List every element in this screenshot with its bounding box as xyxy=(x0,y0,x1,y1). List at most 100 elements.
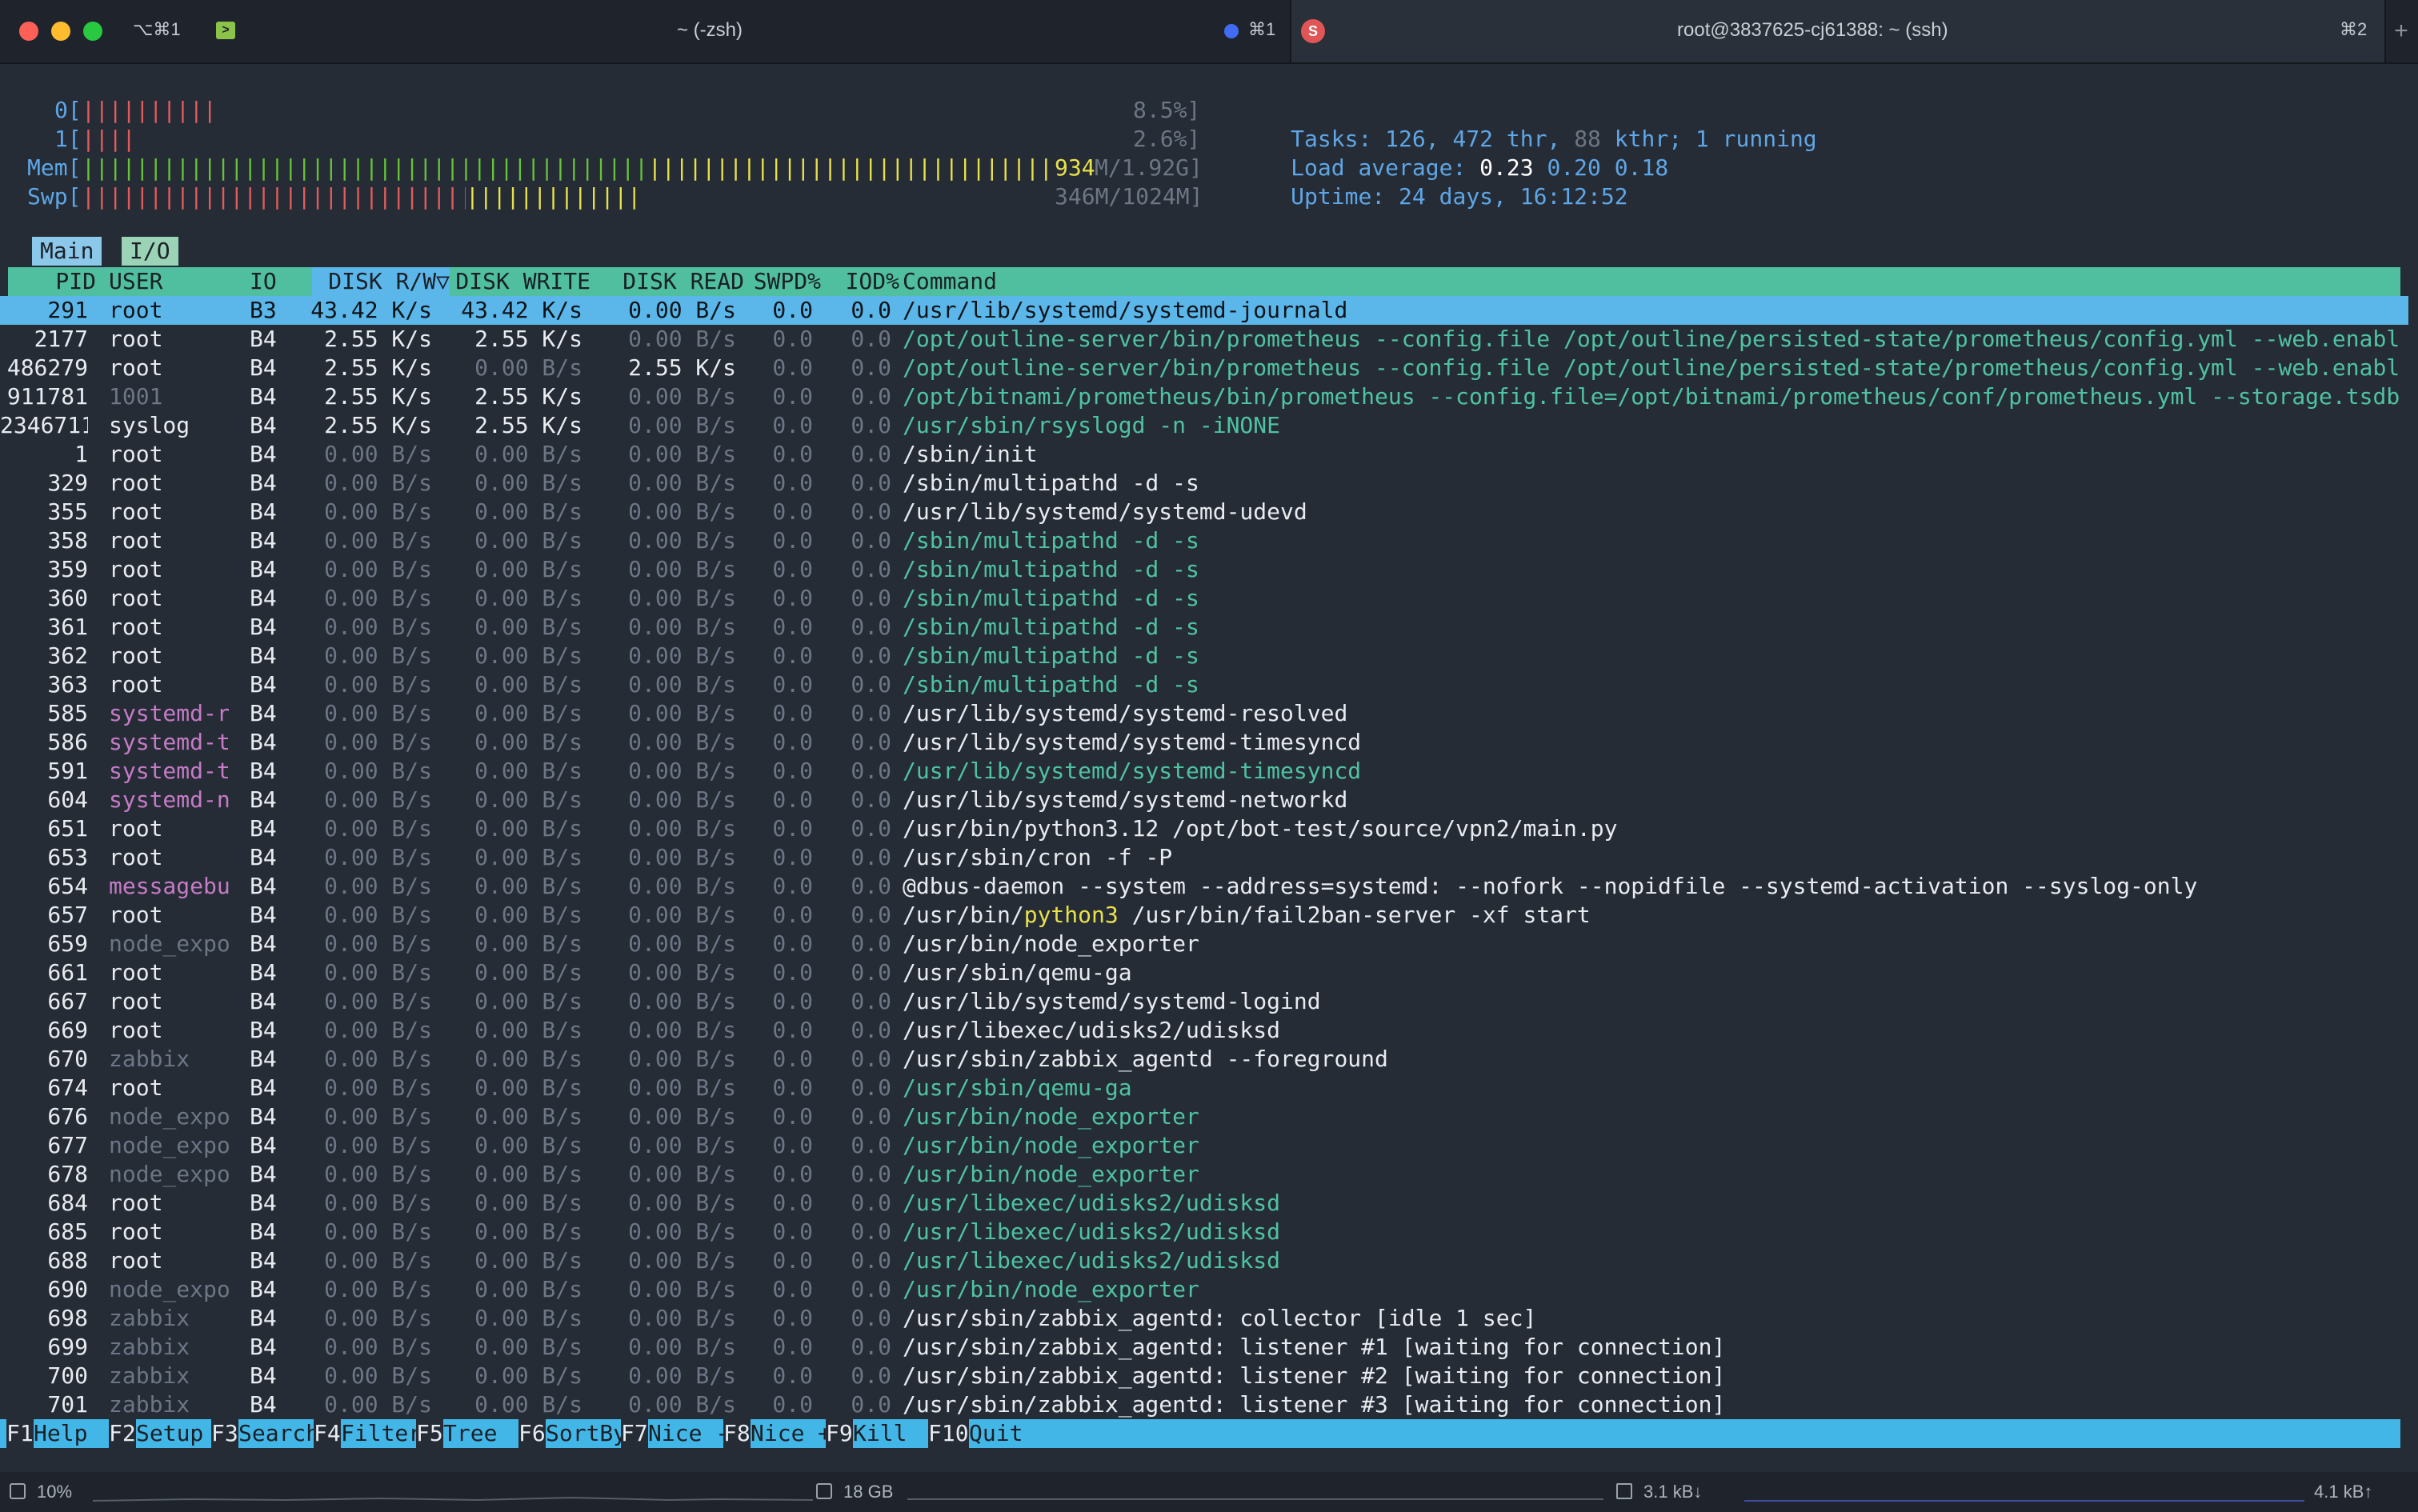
fkey-f4[interactable]: F4 xyxy=(314,1419,341,1448)
table-row[interactable]: 670 zabbix B4 0.00 B/s 0.00 B/s 0.00 B/s 0.0 0.… xyxy=(0,1045,2408,1074)
fkey-f2[interactable]: F2 xyxy=(109,1419,136,1448)
col-header-iod[interactable]: IOD% xyxy=(837,267,899,296)
fkey-label-f10[interactable]: Quit xyxy=(969,1419,1050,1448)
fkey-label-f3[interactable]: Search xyxy=(238,1419,319,1448)
disk-read-cell: 0.00 B/s xyxy=(628,959,736,986)
io-priority-cell: B4 xyxy=(250,729,277,755)
pid-cell: 698 xyxy=(47,1305,88,1331)
command-cell: /sbin/multipathd -d -s xyxy=(903,470,1199,496)
close-window-button[interactable] xyxy=(19,22,38,41)
new-tab-button[interactable]: + xyxy=(2384,0,2418,62)
table-row[interactable]: 678 node_expor B4 0.00 B/s 0.00 B/s 0.00 B/s 0… xyxy=(0,1160,2408,1189)
table-row[interactable]: 674 root B4 0.00 B/s 0.00 B/s 0.00 B/s 0.0 0.0 /… xyxy=(0,1074,2408,1102)
table-row[interactable]: 291 root B3 43.42 K/s 43.42 K/s 0.00 B/s 0.0 0.… xyxy=(0,296,2408,325)
col-header-io[interactable]: IO xyxy=(250,267,298,296)
table-row[interactable]: 654 messagebus B4 0.00 B/s 0.00 B/s 0.00 B/s 0… xyxy=(0,872,2408,901)
fkey-f8[interactable]: F8 xyxy=(723,1419,751,1448)
table-row[interactable]: 363 root B4 0.00 B/s 0.00 B/s 0.00 B/s 0.0 0.0 /… xyxy=(0,670,2408,699)
table-row[interactable]: 362 root B4 0.00 B/s 0.00 B/s 0.00 B/s 0.0 0.0 /… xyxy=(0,642,2408,670)
fkey-label-f1[interactable]: Help xyxy=(34,1419,114,1448)
col-header-pid[interactable]: PID xyxy=(8,267,96,296)
table-row[interactable]: 701 zabbix B4 0.00 B/s 0.00 B/s 0.00 B/s 0.0 0.… xyxy=(0,1390,2408,1419)
table-row[interactable]: 699 zabbix B4 0.00 B/s 0.00 B/s 0.00 B/s 0.0 0.… xyxy=(0,1333,2408,1362)
fkey-label-f6[interactable]: SortBy xyxy=(546,1419,627,1448)
table-row[interactable]: 361 root B4 0.00 B/s 0.00 B/s 0.00 B/s 0.0 0.0 /… xyxy=(0,613,2408,642)
fkey-label-f9[interactable]: Kill xyxy=(853,1419,934,1448)
table-row[interactable]: 669 root B4 0.00 B/s 0.00 B/s 0.00 B/s 0.0 0.0 /… xyxy=(0,1016,2408,1045)
table-row[interactable]: 911781 1001 B4 2.55 K/s 2.55 K/s 0.00 B/s 0.0 0… xyxy=(0,382,2408,411)
fkey-f6[interactable]: F6 xyxy=(518,1419,546,1448)
table-row[interactable]: 329 root B4 0.00 B/s 0.00 B/s 0.00 B/s 0.0 0.0 /… xyxy=(0,469,2408,498)
table-row[interactable]: 355 root B4 0.00 B/s 0.00 B/s 0.00 B/s 0.0 0.0 /… xyxy=(0,498,2408,526)
table-row[interactable]: 651 root B4 0.00 B/s 0.00 B/s 0.00 B/s 0.0 0.0 /… xyxy=(0,814,2408,843)
pid-cell: 670 xyxy=(47,1046,88,1072)
disk-rw-cell: 0.00 B/s xyxy=(324,1276,432,1302)
table-row[interactable]: 690 node_expor B4 0.00 B/s 0.00 B/s 0.00 B/s 0… xyxy=(0,1275,2408,1304)
table-row[interactable]: 2346711 syslog B4 2.55 K/s 2.55 K/s 0.00 B/s 0… xyxy=(0,411,2408,440)
table-row[interactable]: 359 root B4 0.00 B/s 0.00 B/s 0.00 B/s 0.0 0.0 /… xyxy=(0,555,2408,584)
table-row[interactable]: 2177 root B4 2.55 K/s 2.55 K/s 0.00 B/s 0.0 0.0… xyxy=(0,325,2408,354)
col-header-user[interactable]: USER xyxy=(109,267,229,296)
fkey-f1[interactable]: F1 xyxy=(6,1419,34,1448)
iod-cell: 0.0 xyxy=(851,383,891,410)
fkey-label-f7[interactable]: Nice - xyxy=(648,1419,729,1448)
table-row[interactable]: 653 root B4 0.00 B/s 0.00 B/s 0.00 B/s 0.0 0.0 /… xyxy=(0,843,2408,872)
table-row[interactable]: 684 root B4 0.00 B/s 0.00 B/s 0.00 B/s 0.0 0.0 /… xyxy=(0,1189,2408,1218)
table-row[interactable]: 698 zabbix B4 0.00 B/s 0.00 B/s 0.00 B/s 0.0 0.… xyxy=(0,1304,2408,1333)
table-row[interactable]: 591 systemd-ti B4 0.00 B/s 0.00 B/s 0.00 B/s 0… xyxy=(0,757,2408,786)
fkey-label-f2[interactable]: Setup xyxy=(136,1419,217,1448)
table-row[interactable]: 586 systemd-ti B4 0.00 B/s 0.00 B/s 0.00 B/s 0… xyxy=(0,728,2408,757)
fkey-label-f5[interactable]: Tree xyxy=(443,1419,524,1448)
disk-write-cell: 0.00 B/s xyxy=(474,1190,582,1216)
fkey-f3[interactable]: F3 xyxy=(211,1419,238,1448)
disk-rw-cell: 0.00 B/s xyxy=(324,873,432,899)
disk-read-cell: 0.00 B/s xyxy=(628,729,736,755)
swpd-cell: 0.0 xyxy=(772,815,813,842)
fkey-f10[interactable]: F10 xyxy=(928,1419,969,1448)
disk-write-cell: 0.00 B/s xyxy=(474,642,582,669)
table-row[interactable]: 676 node_expor B4 0.00 B/s 0.00 B/s 0.00 B/s 0… xyxy=(0,1102,2408,1131)
disk-rw-cell: 0.00 B/s xyxy=(324,671,432,698)
col-header-swpd[interactable]: SWPD% xyxy=(747,267,821,296)
iod-cell: 0.0 xyxy=(851,758,891,784)
table-row[interactable]: 486279 root B4 2.55 K/s 0.00 B/s 2.55 K/s 0.0 0… xyxy=(0,354,2408,382)
tab-ssh[interactable]: S root@3837625-cj61388: ~ (ssh) ⌘2 xyxy=(1290,0,2386,62)
pid-cell: 359 xyxy=(47,556,88,582)
col-header-disk-read[interactable]: DISK READ xyxy=(607,267,744,296)
table-row[interactable]: 360 root B4 0.00 B/s 0.00 B/s 0.00 B/s 0.0 0.0 /… xyxy=(0,584,2408,613)
screen-tab-main[interactable]: Main xyxy=(32,237,102,266)
htop-screen[interactable]: 0[ |||||||||| 8.5%] 1[ |||| 2.6%] Mem[ |… xyxy=(0,62,2418,1456)
fkey-f5[interactable]: F5 xyxy=(416,1419,443,1448)
col-header-disk-rw[interactable]: DISK R/W▽ xyxy=(312,267,450,296)
fkey-label-f4[interactable]: Filter xyxy=(341,1419,422,1448)
col-header-command[interactable]: Command xyxy=(903,267,1143,296)
screen-tab-io[interactable]: I/O xyxy=(122,237,178,266)
user-cell: root xyxy=(109,988,163,1014)
table-row[interactable]: 1 root B4 0.00 B/s 0.00 B/s 0.00 B/s 0.0 0.0/sb… xyxy=(0,440,2408,469)
minimize-window-button[interactable] xyxy=(51,22,70,41)
swpd-cell: 0.0 xyxy=(772,383,813,410)
fkey-f9[interactable]: F9 xyxy=(826,1419,853,1448)
table-row[interactable]: 659 node_expor B4 0.00 B/s 0.00 B/s 0.00 B/s 0… xyxy=(0,930,2408,958)
table-row[interactable]: 685 root B4 0.00 B/s 0.00 B/s 0.00 B/s 0.0 0.0 /… xyxy=(0,1218,2408,1246)
table-row[interactable]: 604 systemd-ne B4 0.00 B/s 0.00 B/s 0.00 B/s 0… xyxy=(0,786,2408,814)
table-row[interactable]: 688 root B4 0.00 B/s 0.00 B/s 0.00 B/s 0.0 0.0 /… xyxy=(0,1246,2408,1275)
maximize-window-button[interactable] xyxy=(83,22,102,41)
iod-cell: 0.0 xyxy=(851,1305,891,1331)
table-row[interactable]: 700 zabbix B4 0.00 B/s 0.00 B/s 0.00 B/s 0.0 0.… xyxy=(0,1362,2408,1390)
table-row[interactable]: 657 root B4 0.00 B/s 0.00 B/s 0.00 B/s 0.0 0.0 /… xyxy=(0,901,2408,930)
fkey-label-f8[interactable]: Nice + xyxy=(751,1419,831,1448)
swpd-cell: 0.0 xyxy=(772,1218,813,1245)
table-row[interactable]: 358 root B4 0.00 B/s 0.00 B/s 0.00 B/s 0.0 0.0 /… xyxy=(0,526,2408,555)
disk-rw-cell: 0.00 B/s xyxy=(324,815,432,842)
fkey-f7[interactable]: F7 xyxy=(621,1419,648,1448)
table-row[interactable]: 677 node_expor B4 0.00 B/s 0.00 B/s 0.00 B/s 0… xyxy=(0,1131,2408,1160)
tab-zsh[interactable]: ⌥⌘1 > ~ (-zsh) ⌘1 xyxy=(120,0,1288,62)
table-row[interactable]: 667 root B4 0.00 B/s 0.00 B/s 0.00 B/s 0.0 0.0 /… xyxy=(0,987,2408,1016)
col-header-disk-write[interactable]: DISK WRITE xyxy=(453,267,590,296)
table-row[interactable]: 585 systemd-re B4 0.00 B/s 0.00 B/s 0.00 B/s 0… xyxy=(0,699,2408,728)
swpd-cell: 0.0 xyxy=(772,326,813,352)
pid-cell: 654 xyxy=(47,873,88,899)
swpd-cell: 0.0 xyxy=(772,844,813,870)
table-row[interactable]: 661 root B4 0.00 B/s 0.00 B/s 0.00 B/s 0.0 0.0 /… xyxy=(0,958,2408,987)
